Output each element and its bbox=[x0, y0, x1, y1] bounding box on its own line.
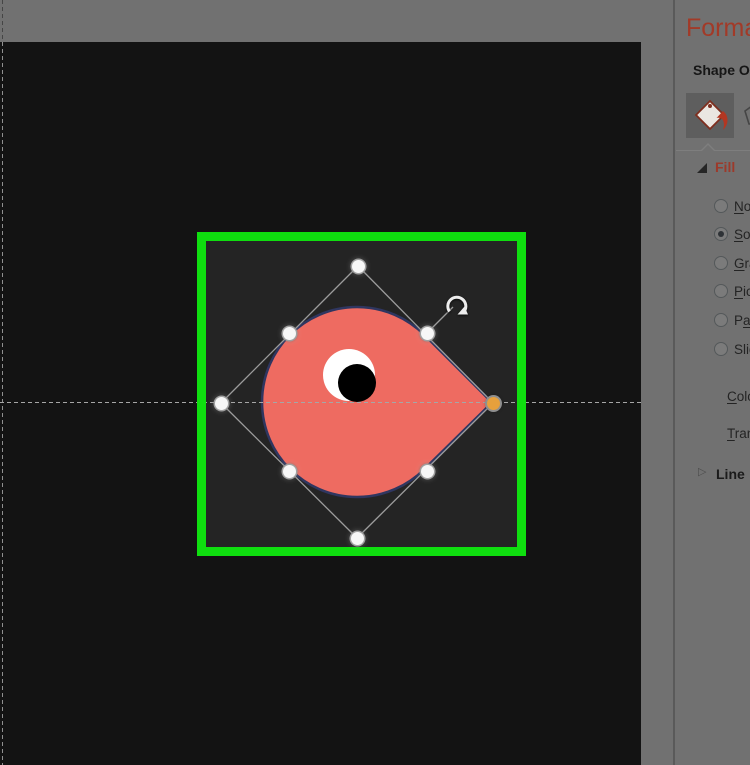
format-shape-pane: Format Shape Shape Options Fill No fill … bbox=[675, 0, 750, 765]
paint-bucket-icon bbox=[690, 96, 730, 136]
fill-option-pattern-fill[interactable]: Pattern fill bbox=[714, 311, 750, 329]
pane-title: Format Shape bbox=[686, 14, 750, 43]
rotate-handle-icon[interactable] bbox=[441, 290, 471, 320]
powerpoint-window: Format Shape Shape Options Fill No fill … bbox=[0, 0, 750, 765]
transparency-label: Transparency bbox=[727, 426, 750, 441]
fill-option-solid-fill[interactable]: Solid fill bbox=[714, 225, 750, 243]
effects-pentagon-icon bbox=[744, 101, 750, 131]
radio-button[interactable] bbox=[714, 284, 728, 298]
fill-option-slide-background-fill[interactable]: Slide background fill bbox=[714, 340, 750, 358]
section-header-line[interactable]: Line bbox=[716, 466, 745, 482]
section-header-fill[interactable]: Fill bbox=[715, 159, 735, 175]
resize-handle-left[interactable] bbox=[215, 397, 228, 410]
radio-button[interactable] bbox=[714, 256, 728, 270]
resize-handle-top[interactable] bbox=[352, 260, 365, 273]
resize-handle-top-left[interactable] bbox=[283, 327, 296, 340]
line-collapse-icon[interactable]: ▷ bbox=[698, 465, 706, 478]
color-label: Color bbox=[727, 389, 750, 404]
resize-handle-bottom[interactable] bbox=[351, 532, 364, 545]
fill-option-gradient-fill[interactable]: Gradient fill bbox=[714, 254, 750, 272]
radio-button[interactable] bbox=[714, 342, 728, 356]
vertical-guide bbox=[2, 42, 3, 765]
fill-expand-icon[interactable] bbox=[697, 163, 707, 173]
fill-option-picture-fill[interactable]: Picture or texture fill bbox=[714, 282, 750, 300]
radio-button[interactable] bbox=[714, 313, 728, 327]
resize-handle-bottom-left[interactable] bbox=[283, 465, 296, 478]
resize-handle-bottom-right[interactable] bbox=[421, 465, 434, 478]
radio-button[interactable] bbox=[714, 199, 728, 213]
highlight-box bbox=[197, 232, 526, 556]
radio-button-selected[interactable] bbox=[714, 227, 728, 241]
tab-shape-options[interactable]: Shape Options bbox=[693, 62, 750, 78]
adjust-handle[interactable] bbox=[487, 397, 500, 410]
resize-handle-top-right[interactable] bbox=[421, 327, 434, 340]
tab-fill-and-line[interactable] bbox=[686, 93, 734, 138]
fill-option-no-fill[interactable]: No fill bbox=[714, 197, 750, 215]
tab-effects[interactable] bbox=[744, 101, 750, 136]
vertical-guide-top bbox=[2, 0, 3, 42]
